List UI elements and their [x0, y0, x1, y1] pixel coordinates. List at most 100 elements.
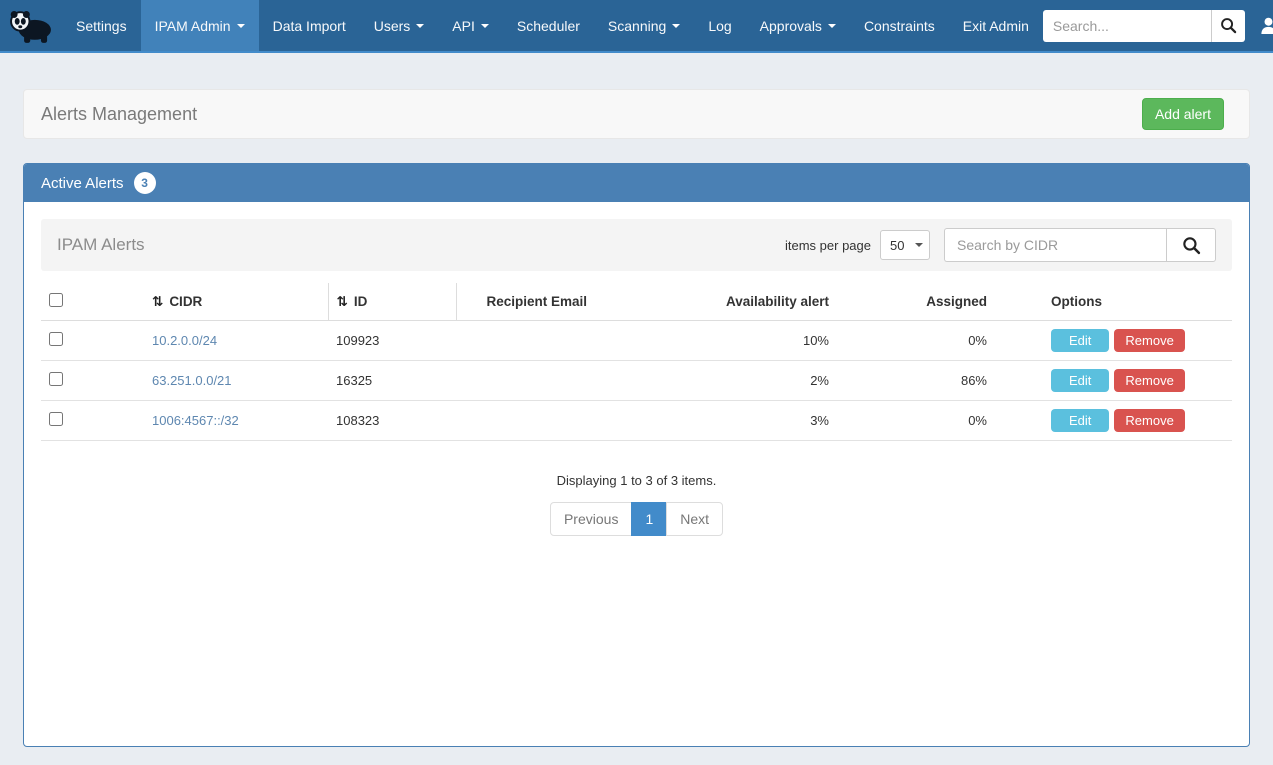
pagination-page-1[interactable]: 1 — [631, 502, 667, 536]
recipient-email-cell — [456, 361, 651, 401]
panel-heading: Active Alerts 3 — [24, 164, 1249, 202]
cidr-link[interactable]: 10.2.0.0/24 — [152, 333, 217, 348]
magnifier-icon — [1182, 236, 1201, 255]
alerts-table-body: 10.2.0.0/24 109923 10% 0% Edit Remove — [41, 321, 1232, 441]
sort-icon: ⇅ — [337, 294, 348, 310]
remove-button[interactable]: Remove — [1114, 409, 1184, 432]
nav-item-label: Settings — [76, 18, 127, 34]
row-checkbox[interactable] — [49, 372, 63, 386]
nav-item-scheduler[interactable]: Scheduler — [503, 0, 594, 51]
navbar-right — [1043, 0, 1273, 51]
assigned-cell: 86% — [831, 361, 989, 401]
chevron-down-icon — [416, 24, 424, 28]
header-id-label: ID — [354, 294, 368, 309]
user-menu[interactable] — [1259, 16, 1273, 35]
chevron-down-icon — [237, 24, 245, 28]
pagination-next[interactable]: Next — [666, 502, 723, 536]
pagination-previous[interactable]: Previous — [550, 502, 632, 536]
sort-icon: ⇅ — [152, 294, 163, 310]
navbar-search-group — [1043, 10, 1245, 42]
nav-item-label: Users — [374, 18, 411, 34]
cidr-cell: 10.2.0.0/24 — [136, 321, 328, 361]
recipient-email-cell — [456, 321, 651, 361]
header-cidr[interactable]: ⇅ CIDR — [136, 283, 328, 321]
pagination: Previous 1 Next — [41, 502, 1232, 536]
nav-item-label: Scheduler — [517, 18, 580, 34]
section-title: IPAM Alerts — [57, 235, 145, 255]
table-toolbar: IPAM Alerts items per page 50 — [41, 219, 1232, 271]
nav-item-settings[interactable]: Settings — [62, 0, 141, 51]
cidr-search-button[interactable] — [1166, 228, 1216, 262]
nav-item-label: Scanning — [608, 18, 666, 34]
nav-item-ipam-admin[interactable]: IPAM Admin — [141, 0, 259, 51]
header-id[interactable]: ⇅ ID — [328, 283, 456, 321]
active-alerts-panel: Active Alerts 3 IPAM Alerts items per pa… — [23, 163, 1250, 747]
nav-item-scanning[interactable]: Scanning — [594, 0, 694, 51]
chevron-down-icon — [481, 24, 489, 28]
magnifier-icon — [1220, 17, 1237, 34]
top-navbar: Settings IPAM Admin Data Import Users API Sch… — [0, 0, 1273, 53]
id-cell: 108323 — [328, 401, 456, 441]
header-cidr-label: CIDR — [169, 294, 202, 309]
nav-item-label: Log — [708, 18, 731, 34]
id-cell: 16325 — [328, 361, 456, 401]
assigned-cell: 0% — [831, 401, 989, 441]
nav-item-constraints[interactable]: Constraints — [850, 0, 949, 51]
table-row: 63.251.0.0/21 16325 2% 86% Edit Remove — [41, 361, 1232, 401]
row-checkbox[interactable] — [49, 332, 63, 346]
edit-button[interactable]: Edit — [1051, 329, 1109, 352]
chevron-down-icon — [828, 24, 836, 28]
cidr-search-group — [944, 228, 1216, 262]
select-all-checkbox[interactable] — [49, 293, 63, 307]
row-select-cell — [41, 361, 136, 401]
header-recipient-email: Recipient Email — [456, 283, 651, 321]
items-per-page-select-wrap: 50 — [880, 230, 930, 260]
table-row: 1006:4567::/32 108323 3% 0% Edit Remove — [41, 401, 1232, 441]
availability-cell: 3% — [651, 401, 831, 441]
assigned-cell: 0% — [831, 321, 989, 361]
cidr-cell: 63.251.0.0/21 — [136, 361, 328, 401]
toolbar-right: items per page 50 — [785, 228, 1216, 262]
nav-item-label: IPAM Admin — [155, 18, 231, 34]
header-options: Options — [989, 283, 1232, 321]
nav-item-exit-admin[interactable]: Exit Admin — [949, 0, 1043, 51]
page-header-bar: Alerts Management Add alert — [23, 89, 1250, 139]
navbar-search-input[interactable] — [1043, 10, 1211, 42]
edit-button[interactable]: Edit — [1051, 369, 1109, 392]
items-per-page-select[interactable]: 50 — [880, 230, 930, 260]
panda-logo-icon — [8, 6, 54, 46]
alerts-table: ⇅CIDR ⇅ID Recipient Email Availability a… — [41, 283, 1232, 441]
recipient-email-cell — [456, 401, 651, 441]
pagination-summary: Displaying 1 to 3 of 3 items. — [41, 473, 1232, 488]
page-title: Alerts Management — [41, 104, 197, 125]
add-alert-button[interactable]: Add alert — [1142, 98, 1224, 130]
remove-button[interactable]: Remove — [1114, 329, 1184, 352]
cidr-link[interactable]: 63.251.0.0/21 — [152, 373, 232, 388]
edit-button[interactable]: Edit — [1051, 409, 1109, 432]
remove-button[interactable]: Remove — [1114, 369, 1184, 392]
row-select-cell — [41, 401, 136, 441]
nav-item-users[interactable]: Users — [360, 0, 439, 51]
cidr-search-input[interactable] — [944, 228, 1166, 262]
nav-item-log[interactable]: Log — [694, 0, 745, 51]
cidr-link[interactable]: 1006:4567::/32 — [152, 413, 239, 428]
items-per-page-label: items per page — [785, 238, 871, 253]
table-row: 10.2.0.0/24 109923 10% 0% Edit Remove — [41, 321, 1232, 361]
chevron-down-icon — [672, 24, 680, 28]
person-icon — [1259, 16, 1273, 35]
nav-item-api[interactable]: API — [438, 0, 503, 51]
availability-cell: 10% — [651, 321, 831, 361]
navbar-search-button[interactable] — [1211, 10, 1245, 42]
navbar-menu: Settings IPAM Admin Data Import Users API Sch… — [62, 0, 1043, 51]
table-header-row: ⇅CIDR ⇅ID Recipient Email Availability a… — [41, 283, 1232, 321]
app-logo[interactable] — [0, 0, 62, 51]
nav-item-label: Constraints — [864, 18, 935, 34]
options-cell: Edit Remove — [989, 401, 1232, 441]
main-content: Alerts Management Add alert Active Alert… — [0, 89, 1273, 747]
cidr-cell: 1006:4567::/32 — [136, 401, 328, 441]
availability-cell: 2% — [651, 361, 831, 401]
nav-item-approvals[interactable]: Approvals — [746, 0, 850, 51]
row-checkbox[interactable] — [49, 412, 63, 426]
row-select-cell — [41, 321, 136, 361]
nav-item-data-import[interactable]: Data Import — [259, 0, 360, 51]
